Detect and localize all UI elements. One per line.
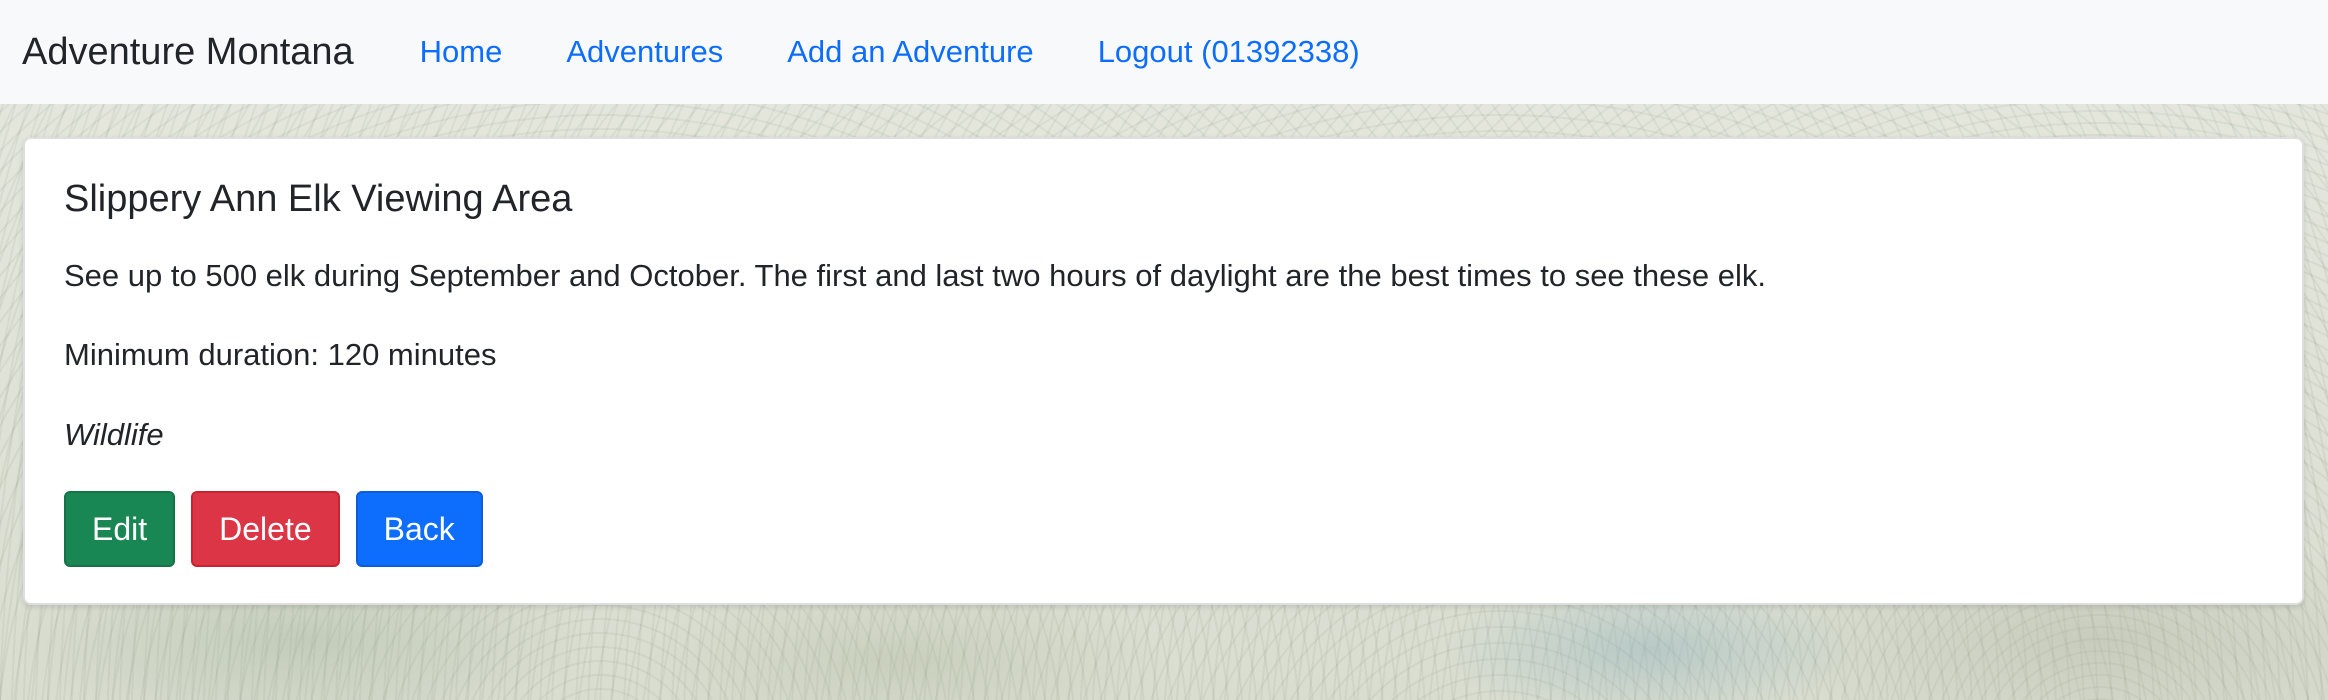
edit-button[interactable]: Edit	[64, 491, 176, 568]
adventure-category: Wildlife	[64, 416, 164, 452]
adventure-title: Slippery Ann Elk Viewing Area	[64, 178, 573, 220]
nav-link-logout[interactable]: Logout (01392338)	[1098, 34, 1360, 70]
back-button[interactable]: Back	[355, 491, 483, 568]
brand-link[interactable]: Adventure Montana	[22, 31, 354, 74]
nav-link-add-adventure[interactable]: Add an Adventure	[787, 34, 1033, 70]
adventure-description: See up to 500 elk during September and O…	[64, 257, 1766, 293]
nav-link-adventures[interactable]: Adventures	[566, 34, 723, 70]
adventure-card: Slippery Ann Elk Viewing Area See up to …	[23, 137, 2304, 605]
delete-button[interactable]: Delete	[191, 491, 340, 568]
adventure-duration: Minimum duration: 120 minutes	[64, 337, 497, 373]
action-buttons: Edit Delete Back	[64, 491, 2263, 568]
nav-link-home[interactable]: Home	[420, 34, 503, 70]
navbar: Adventure Montana Home Adventures Add an…	[0, 0, 2328, 104]
adventure-card-body: Slippery Ann Elk Viewing Area See up to …	[25, 139, 2302, 568]
